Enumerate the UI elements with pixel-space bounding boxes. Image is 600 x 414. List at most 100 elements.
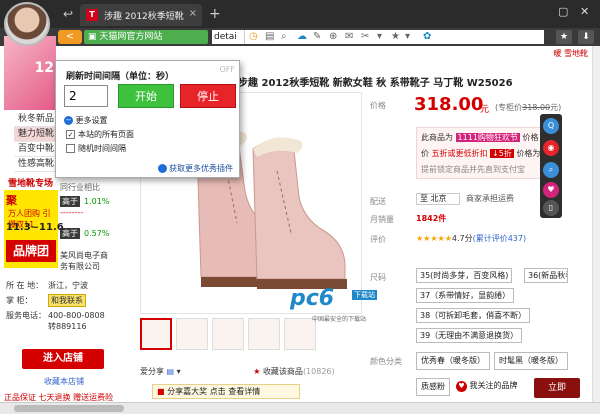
shop-wangwang: 掌 柜： 和我联系 bbox=[6, 294, 124, 307]
get-more-plugins-label: 获取更多优秀插件 bbox=[169, 164, 233, 173]
collapse-icon: − bbox=[64, 116, 73, 125]
bookmark-star-icon[interactable]: ★ bbox=[391, 31, 400, 43]
promo-line: 价格 bbox=[522, 133, 539, 142]
watermark-logo: pc6 bbox=[290, 286, 335, 311]
size-option[interactable]: 37（系带情好，显韵绻） bbox=[416, 288, 515, 303]
browser-tab[interactable]: T 涉趣 2012秋季短靴 × bbox=[80, 4, 202, 26]
size-option[interactable]: 39（无理由不满意退换货） bbox=[416, 328, 523, 343]
secure-site-badge[interactable]: ▣ 天猫网官方网站 bbox=[84, 30, 208, 44]
share-label[interactable]: 爱分享 bbox=[140, 367, 164, 376]
favorite-shop-link[interactable]: 收藏本店铺 bbox=[44, 376, 84, 387]
size-option[interactable]: 35(时尚多芽，百变风格) bbox=[416, 268, 513, 283]
rating-score: 4.7分 bbox=[451, 234, 473, 243]
contact-seller-button[interactable]: 和我联系 bbox=[48, 294, 86, 307]
user-avatar[interactable] bbox=[4, 2, 50, 46]
start-button[interactable]: 开始 bbox=[118, 84, 174, 108]
industry-compare-title: 同行业相比 bbox=[60, 183, 100, 192]
window-close-icon[interactable]: ✕ bbox=[580, 5, 589, 18]
heart-icon[interactable]: ♥ bbox=[543, 182, 559, 198]
shop-company-line: 务有限公司 bbox=[60, 262, 100, 271]
shop-company-line: 美风尚电子商 bbox=[60, 251, 108, 260]
thumbnail[interactable] bbox=[248, 318, 280, 350]
tab-close-icon[interactable]: × bbox=[189, 8, 197, 19]
dropdown-icon[interactable]: ▾ bbox=[377, 31, 382, 43]
enter-shop-button[interactable]: 进入店铺 bbox=[22, 349, 104, 369]
watermark-subtitle: 中国最安全的下载站 bbox=[312, 316, 367, 323]
original-price: (专柜价318.00元) bbox=[495, 102, 561, 113]
color-label: 颜色分类 bbox=[370, 357, 402, 366]
shipping-destination-select[interactable]: 至 北京 bbox=[416, 193, 460, 205]
dropdown-icon[interactable]: ▾ bbox=[405, 31, 410, 43]
color-option[interactable]: 质感粉 bbox=[416, 378, 450, 396]
thumbnail[interactable] bbox=[212, 318, 244, 350]
get-more-plugins-link[interactable]: 获取更多优秀插件 bbox=[158, 163, 233, 174]
share-prize-text: 分享嘉大奖 点击 查看详情 bbox=[167, 387, 261, 396]
favorites-star-icon[interactable]: ★ bbox=[556, 30, 572, 44]
search-plugin-icon[interactable]: ⌕ bbox=[281, 31, 287, 43]
promo-banner[interactable]: 12 bbox=[4, 36, 56, 110]
thumbnail[interactable] bbox=[140, 318, 172, 350]
review-count-link[interactable]: (累计评价437) bbox=[473, 234, 527, 243]
thumbnail[interactable] bbox=[176, 318, 208, 350]
group-buy-promo[interactable]: 聚 万人团购 引爆双11 11.3~11.6 品牌团 bbox=[4, 190, 64, 268]
share-prize-bar[interactable]: ■ 分享嘉大奖 点击 查看详情 bbox=[152, 384, 300, 399]
favorite-item-link[interactable]: 收藏该商品 bbox=[263, 367, 303, 376]
double11-tag[interactable]: 1111购物狂欢节 bbox=[455, 133, 520, 142]
color-option[interactable]: 优秀春（暖冬版） bbox=[416, 352, 490, 370]
all-pages-checkbox[interactable]: ✓ 本站的所有页面 bbox=[66, 129, 134, 140]
service-ext: 转889116 bbox=[48, 322, 87, 331]
guarantee-strip: 正品保证 七天退换 赠送运费险 bbox=[4, 393, 114, 402]
favorite-star-icon[interactable]: ★ bbox=[253, 367, 260, 376]
screenshot-icon[interactable]: ✂ bbox=[361, 31, 369, 43]
promo-line: 价格为 bbox=[516, 149, 541, 158]
paw-search-icon[interactable]: ✿ bbox=[423, 31, 431, 43]
gift-icon: ■ bbox=[157, 387, 168, 396]
search-icon[interactable]: ⌕ bbox=[543, 162, 559, 178]
mail-icon[interactable]: ✉ bbox=[345, 31, 353, 43]
stop-button[interactable]: 停止 bbox=[180, 84, 236, 108]
random-interval-checkbox[interactable]: 随机时间间隔 bbox=[66, 143, 126, 154]
followed-brand-label: 我关注的品牌 bbox=[469, 381, 518, 390]
color-option[interactable]: 时髦黑（暖冬版） bbox=[494, 352, 568, 370]
qq-icon[interactable]: Q bbox=[543, 118, 559, 134]
cloud-icon[interactable]: ☁ bbox=[297, 31, 307, 43]
wangwang-label: 掌 柜： bbox=[6, 296, 33, 305]
followed-brand[interactable]: ♥ 我关注的品牌 bbox=[456, 380, 518, 392]
refresh-interval-input[interactable] bbox=[64, 85, 108, 107]
mobile-icon[interactable]: ▯ bbox=[543, 200, 559, 216]
vertical-scrollbar[interactable] bbox=[592, 46, 600, 402]
refresh-plugin-icon[interactable]: ◷ bbox=[249, 31, 258, 43]
size-option[interactable]: 38（可拆卸毛套，俏喜不断） bbox=[416, 308, 531, 323]
zoom-icon[interactable]: ⊕ bbox=[329, 31, 337, 43]
banner-number: 12 bbox=[34, 60, 54, 76]
globe-icon bbox=[158, 164, 167, 173]
service-value: 400-800-0808 bbox=[48, 311, 105, 320]
discount-tag: ↓5折 bbox=[490, 149, 514, 158]
pen-icon[interactable]: ✎ bbox=[313, 31, 321, 43]
secure-shield-icon: ▣ bbox=[88, 32, 100, 42]
download-icon[interactable]: ⬇ bbox=[578, 30, 594, 44]
share-dropdown-icon[interactable]: ▾ bbox=[177, 367, 181, 376]
share-icon[interactable]: ▤ bbox=[167, 367, 175, 376]
monthly-sales-label: 月销量 bbox=[370, 215, 394, 224]
buy-now-button[interactable]: 立即 bbox=[534, 378, 580, 398]
original-price-value: 318.00 bbox=[522, 103, 551, 112]
back-arrow-icon[interactable]: ↩ bbox=[60, 7, 76, 21]
horizontal-scrollbar[interactable] bbox=[0, 402, 600, 414]
heart-icon: ♥ bbox=[456, 381, 467, 392]
weibo-icon[interactable]: ◉ bbox=[543, 140, 559, 156]
shop-location: 所 在 地： 浙江，宁波 bbox=[6, 280, 124, 291]
size-option[interactable]: 36(新品秋季, 5 bbox=[524, 268, 568, 283]
popup-off-label[interactable]: OFF bbox=[220, 65, 236, 74]
top-right-link[interactable]: 暖 雪地靴 bbox=[553, 48, 588, 59]
star-icons: ★★★★★ bbox=[416, 234, 452, 243]
address-input[interactable]: detai bbox=[212, 30, 244, 44]
window-restore-icon[interactable]: ▢ bbox=[558, 5, 568, 18]
ad-block-icon[interactable]: ▤ bbox=[265, 31, 274, 43]
more-settings-toggle[interactable]: − 更多设置 bbox=[64, 115, 108, 126]
new-tab-button[interactable]: + bbox=[209, 6, 221, 22]
back-button[interactable]: < bbox=[58, 30, 82, 44]
shop-section-title[interactable]: 雪地靴专场 bbox=[8, 176, 53, 189]
rating-label: 评价 bbox=[370, 235, 386, 244]
scroll-thumb[interactable] bbox=[14, 405, 124, 412]
